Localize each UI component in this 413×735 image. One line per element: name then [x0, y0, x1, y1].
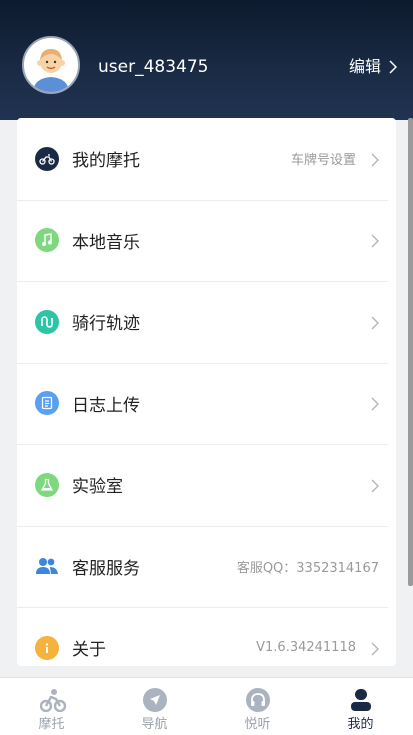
route-icon [35, 309, 59, 334]
chevron-right-icon [371, 478, 379, 493]
menu-item-value: V1.6.34241118 [256, 640, 356, 656]
tab-1[interactable]: 导航 [103, 678, 206, 735]
avatar[interactable] [22, 36, 80, 94]
person-icon [349, 688, 373, 712]
menu-item-value: 车牌号设置 [290, 153, 356, 169]
tab-label: 摩托 [38, 717, 65, 732]
motorbike-icon [35, 146, 59, 171]
menu-item-label: 本地音乐 [72, 232, 140, 253]
menu-card: 我的摩托 车牌号设置本地音乐骑行轨迹日志上传实验室客服服务 客服QQ：3352314… [17, 118, 396, 666]
menu-item-2[interactable]: 骑行轨迹 [17, 281, 396, 363]
menu-item-1[interactable]: 本地音乐 [17, 199, 396, 282]
chevron-right-icon [371, 233, 379, 248]
tab-0[interactable]: 摩托 [0, 678, 103, 735]
menu-item-0[interactable]: 我的摩托 车牌号设置 [17, 118, 396, 200]
lab-flask-icon [35, 472, 59, 497]
profile-header: user_483475 编辑 [0, 0, 413, 120]
username: user_483475 [98, 57, 209, 77]
motorbike-rider-icon [39, 688, 66, 713]
tab-3[interactable]: 我的 [309, 678, 412, 735]
chevron-right-icon [389, 60, 397, 74]
tab-2[interactable]: 悦听 [206, 678, 309, 735]
edit-profile-button[interactable]: 编辑 [349, 56, 397, 78]
info-icon [35, 635, 59, 660]
tab-label: 导航 [141, 717, 168, 732]
chevron-right-icon [371, 641, 379, 656]
menu-item-label: 我的摩托 [72, 151, 140, 172]
navigation-icon [142, 688, 167, 712]
menu-item-6[interactable]: 关于 V1.6.34241118 [17, 607, 396, 666]
menu-item-3[interactable]: 日志上传 [17, 362, 396, 445]
edit-label: 编辑 [348, 57, 381, 76]
chevron-right-icon [371, 396, 379, 411]
menu-item-4[interactable]: 实验室 [17, 444, 396, 526]
music-note-icon [35, 228, 59, 253]
bottom-tab-bar: 摩托 导航 悦听 我的 [0, 677, 413, 735]
menu-item-label: 骑行轨迹 [72, 314, 140, 335]
log-icon [35, 391, 59, 416]
menu-item-label: 关于 [72, 640, 106, 661]
menu-item-label: 日志上传 [72, 395, 140, 416]
tab-label: 我的 [347, 717, 374, 732]
headphones-icon [245, 688, 270, 712]
tab-label: 悦听 [244, 717, 271, 732]
menu-item-label: 客服服务 [72, 558, 140, 579]
customer-service-icon [35, 554, 59, 578]
scrollbar[interactable] [408, 118, 413, 586]
menu-item-value: 客服QQ：3352314167 [236, 560, 379, 576]
menu-item-label: 实验室 [72, 477, 123, 498]
chevron-right-icon [371, 315, 379, 330]
chevron-right-icon [371, 152, 379, 167]
menu-item-5[interactable]: 客服服务 客服QQ：3352314167 [17, 525, 396, 608]
